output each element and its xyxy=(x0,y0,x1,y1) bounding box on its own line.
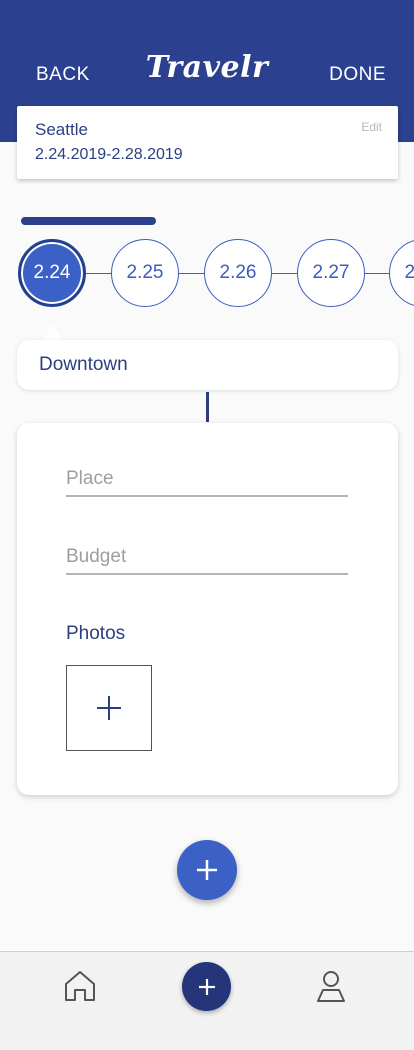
done-button[interactable]: DONE xyxy=(329,64,386,86)
trip-summary-card: Seattle 2.24.2019-2.28.2019 Edit xyxy=(17,106,398,179)
edit-trip-link[interactable]: Edit xyxy=(361,120,382,134)
trip-dates: 2.24.2019-2.28.2019 xyxy=(35,146,183,163)
home-icon xyxy=(65,971,95,1001)
nav-add-button[interactable] xyxy=(182,962,231,1011)
place-field-wrapper xyxy=(66,463,348,497)
place-input[interactable] xyxy=(66,463,348,497)
area-connector xyxy=(206,392,209,422)
trip-city: Seattle xyxy=(35,120,88,139)
day-timeline[interactable]: 2.24 2.25 2.26 2.27 2.28 xyxy=(0,238,414,310)
bottom-nav xyxy=(0,951,414,1050)
budget-field-wrapper xyxy=(66,541,348,575)
plus-icon xyxy=(197,860,217,880)
day-chip-1[interactable]: 2.24 xyxy=(18,239,86,307)
add-stop-fab[interactable] xyxy=(177,840,237,900)
area-card[interactable]: Downtown xyxy=(17,340,398,390)
nav-home-button[interactable] xyxy=(62,968,98,1004)
area-label: Downtown xyxy=(39,354,128,375)
photos-label: Photos xyxy=(66,623,126,644)
day-chip-4[interactable]: 2.27 xyxy=(297,239,365,307)
budget-input[interactable] xyxy=(66,541,348,575)
stop-form-card: Photos xyxy=(17,423,398,795)
nav-profile-button[interactable] xyxy=(313,968,349,1004)
plus-icon xyxy=(198,978,215,995)
progress-indicator xyxy=(21,217,156,225)
day-chip-3[interactable]: 2.26 xyxy=(204,239,272,307)
day-chip-5[interactable]: 2.28 xyxy=(389,239,414,307)
area-pointer xyxy=(43,324,63,341)
day-chip-2[interactable]: 2.25 xyxy=(111,239,179,307)
plus-icon xyxy=(97,696,121,720)
add-photo-button[interactable] xyxy=(66,665,152,751)
user-icon xyxy=(317,971,345,1002)
